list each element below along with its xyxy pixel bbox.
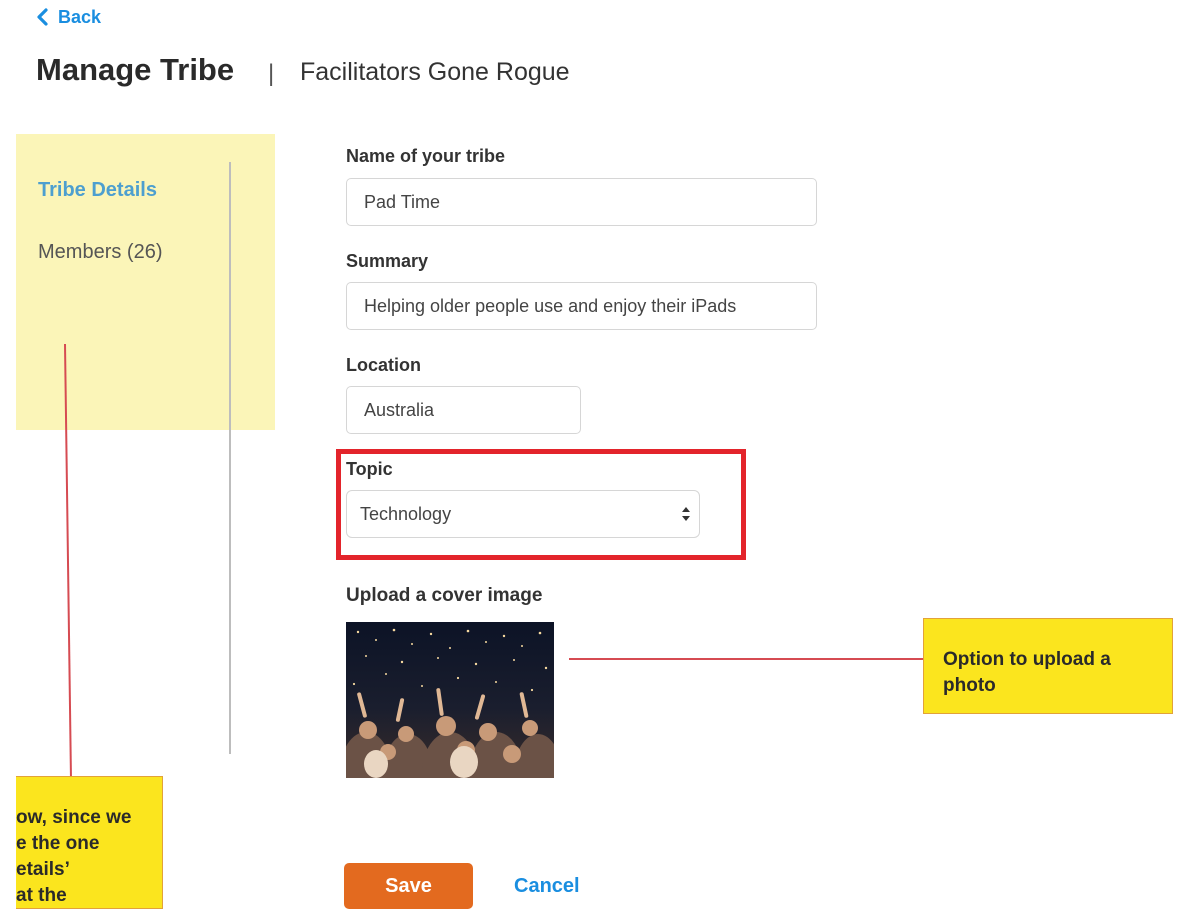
back-label: Back — [58, 6, 102, 27]
title-separator: | — [268, 60, 275, 87]
topic-label: Topic — [346, 459, 393, 479]
left-note-callout: ow, since we e the one etails’ at the — [16, 776, 163, 909]
left-note-line: etails’ — [16, 859, 70, 880]
updown-arrows-icon — [682, 507, 690, 521]
chevron-left-icon — [37, 8, 48, 26]
upload-note-callout: Option to upload a photo — [923, 618, 1173, 714]
cover-image-preview[interactable] — [346, 622, 554, 778]
topic-selected-value: Technology — [360, 503, 452, 524]
left-note-line: at the — [16, 885, 67, 906]
back-link[interactable]: Back — [36, 5, 101, 29]
topic-select[interactable]: Technology — [346, 490, 700, 538]
tribe-name-subtitle: Facilitators Gone Rogue — [300, 58, 570, 86]
location-input[interactable] — [346, 386, 581, 434]
cover-image-label: Upload a cover image — [346, 585, 543, 606]
tribe-name-input[interactable] — [346, 178, 817, 226]
sidebar-item-members[interactable]: Members (26) — [38, 241, 162, 264]
left-note-line: e the one — [16, 833, 100, 854]
summary-label: Summary — [346, 251, 429, 271]
cancel-button[interactable]: Cancel — [514, 875, 580, 898]
summary-input[interactable] — [346, 282, 817, 330]
sidebar-divider — [229, 162, 231, 754]
left-note-line: ow, since we — [16, 807, 132, 828]
save-button[interactable]: Save — [344, 863, 473, 909]
location-label: Location — [346, 355, 421, 375]
left-note-connector — [64, 344, 72, 780]
sidebar-item-tribe-details[interactable]: Tribe Details — [38, 179, 157, 202]
tribe-name-label: Name of your tribe — [346, 146, 506, 166]
upload-note-connector — [569, 658, 925, 660]
page-title: Manage Tribe — [36, 52, 235, 87]
